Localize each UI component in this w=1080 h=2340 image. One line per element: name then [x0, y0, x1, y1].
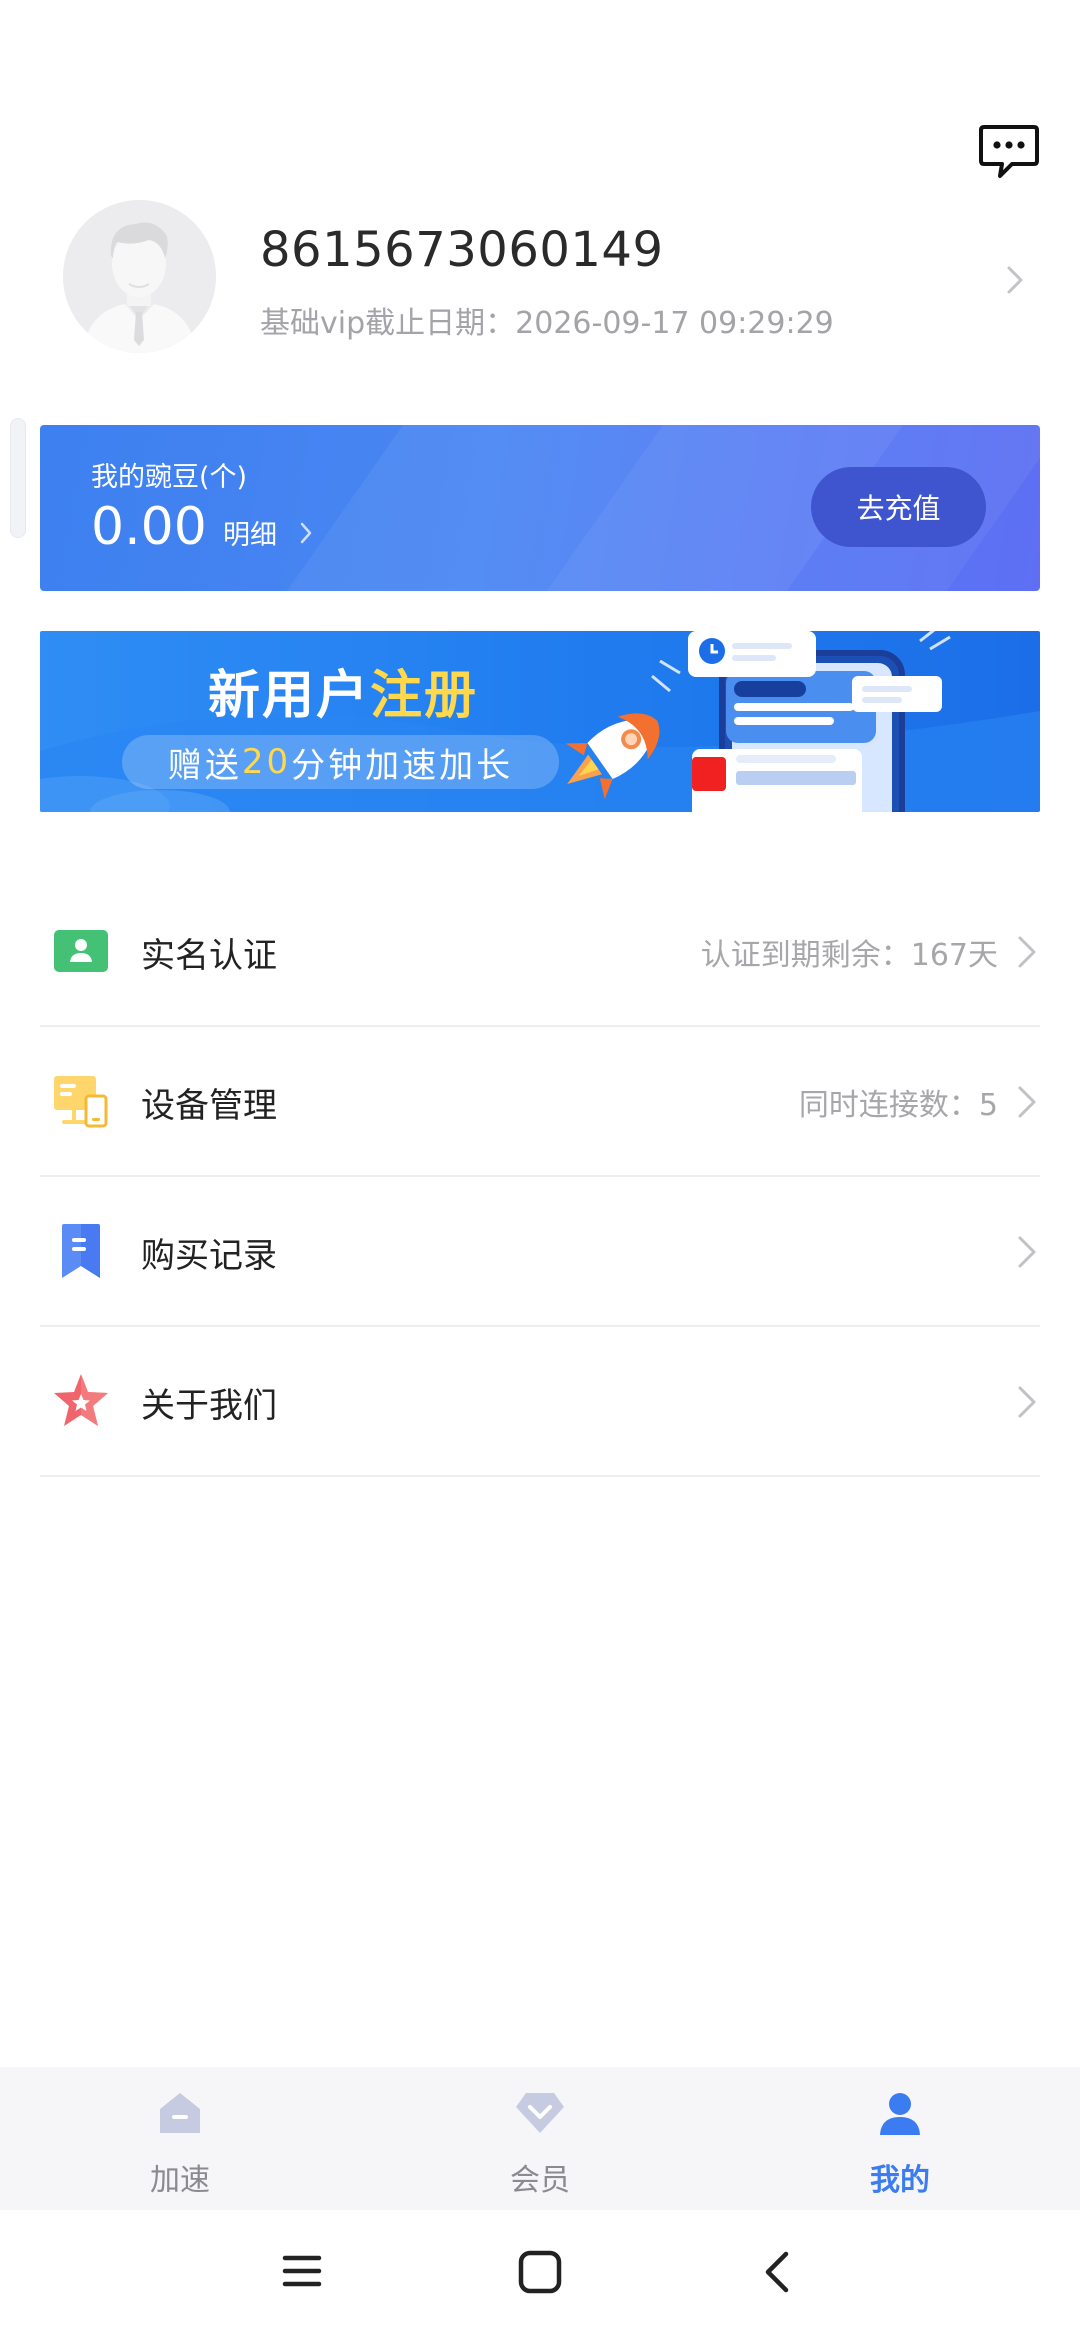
chevron-right-icon	[1018, 1386, 1036, 1418]
user-icon	[880, 2093, 920, 2135]
menu-item-device-management[interactable]: 设备管理 同时连接数：5	[40, 1026, 1040, 1177]
user-phone-number: 8615673060149	[260, 222, 664, 278]
edge-panel-handle[interactable]	[10, 418, 26, 538]
diamond-icon	[516, 2093, 564, 2133]
chevron-right-icon[interactable]	[1004, 264, 1026, 296]
balance-card: 我的豌豆(个) 0.00 明细 去充值	[40, 425, 1040, 591]
bottom-tab-bar: 加速 会员 我的	[0, 2067, 1080, 2210]
home-icon	[160, 2093, 200, 2133]
promo-title-text: 新用户	[208, 666, 371, 726]
menu-item-real-name-verification[interactable]: 实名认证 认证到期剩余：167天	[40, 876, 1040, 1027]
star-icon	[54, 1374, 108, 1426]
menu-info: 同时连接数：5	[798, 1088, 998, 1123]
vip-expiry-date: 2026-09-17 09:29:29	[515, 306, 834, 341]
avatar[interactable]	[63, 200, 216, 353]
message-icon[interactable]	[978, 124, 1040, 182]
devices-icon	[54, 1076, 108, 1128]
menu-item-purchase-history[interactable]: 购买记录	[40, 1176, 1040, 1327]
chevron-right-icon	[1018, 936, 1036, 968]
menu-info: 认证到期剩余：167天	[700, 938, 998, 973]
menu-label: 购买记录	[141, 1236, 277, 1276]
balance-value: 0.00	[91, 497, 207, 557]
new-user-promo-banner[interactable]: 新用户注册 赠送 20 分钟加速加长	[40, 631, 1040, 812]
tab-label: 加速	[150, 2163, 210, 2198]
balance-label: 我的豌豆(个)	[91, 462, 248, 493]
menu-label: 实名认证	[141, 936, 277, 976]
chevron-right-icon	[300, 522, 312, 543]
default-avatar-icon	[63, 200, 216, 353]
menu-label: 设备管理	[141, 1086, 277, 1126]
home-button-icon[interactable]	[518, 2250, 562, 2294]
back-icon[interactable]	[762, 2250, 792, 2294]
recent-apps-icon[interactable]	[281, 2250, 323, 2292]
tab-accelerate[interactable]: 加速	[100, 2067, 260, 2210]
chevron-right-icon	[1018, 1086, 1036, 1118]
menu-label: 关于我们	[141, 1386, 277, 1426]
promo-title: 新用户注册	[208, 653, 478, 728]
promo-sub-text-end: 分钟加速加长	[291, 745, 514, 786]
tab-membership[interactable]: 会员	[460, 2067, 620, 2210]
id-card-icon	[54, 930, 108, 972]
promo-title-highlight: 注册	[370, 666, 479, 726]
chevron-right-icon	[1018, 1236, 1036, 1268]
promo-sub-text: 赠送	[167, 745, 242, 786]
tab-label: 会员	[510, 2163, 570, 2198]
vip-expiry-label: 基础vip截止日期：	[260, 306, 516, 341]
bookmark-icon	[62, 1224, 100, 1278]
promo-subtitle: 赠送 20 分钟加速加长	[122, 735, 559, 789]
promo-sub-highlight: 20	[241, 742, 292, 782]
menu-item-about-us[interactable]: 关于我们	[40, 1326, 1040, 1477]
detail-label: 明细	[223, 520, 277, 551]
vip-expiry-text: 基础vip截止日期：2026-09-17 09:29:29	[260, 298, 834, 342]
tab-mine[interactable]: 我的	[820, 2067, 980, 2210]
system-navigation-bar	[0, 2210, 1080, 2340]
balance-detail-link[interactable]: 明细	[223, 513, 313, 552]
tab-label: 我的	[870, 2163, 930, 2198]
recharge-button[interactable]: 去充值	[811, 467, 986, 547]
